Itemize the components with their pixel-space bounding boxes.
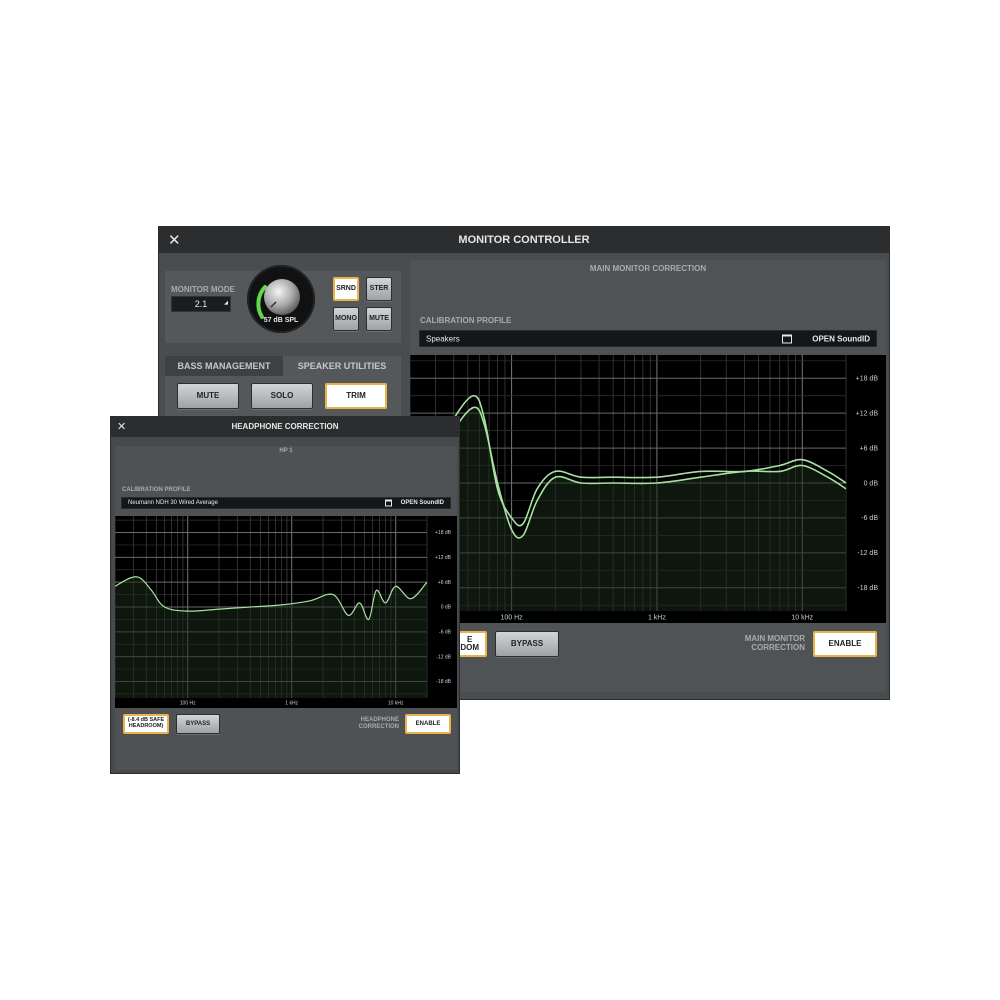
hp-bypass-button[interactable]: BYPASS (176, 714, 220, 734)
hp-eq-svg: +18 dB +12 dB +6 dB 0 dB -6 dB -12 dB -18 dB 10… (115, 516, 452, 707)
hp-db-label: -12 dB (436, 654, 451, 660)
calibration-profile-label: CALIBRATION PROFILE (420, 316, 512, 325)
main-correction-header: MAIN MONITOR CORRECTION (589, 264, 707, 273)
main-eq-graph: +18 dB +12 dB +6 dB 0 dB -6 dB -12 dB -18 dB 10… (410, 355, 886, 623)
hp-freq-label: 10 kHz (388, 701, 404, 707)
folder-icon (385, 499, 392, 507)
mono-button[interactable]: MONO (333, 307, 359, 331)
hp-db-label: -18 dB (436, 679, 451, 685)
hp-enable-button[interactable]: ENABLE (405, 714, 451, 734)
main-db-label: +12 dB (856, 411, 879, 418)
hp-safe-headroom-button[interactable]: (-8.4 dB SAFE HEADROOM) (123, 714, 169, 734)
main-db-label: 0 dB (864, 480, 879, 487)
hp-eq-graph: +18 dB +12 dB +6 dB 0 dB -6 dB -12 dB -18 dB 10… (115, 516, 457, 708)
hp-calibration-profile-label: CALIBRATION PROFILE (122, 487, 191, 493)
hp-db-label: -6 dB (439, 629, 452, 635)
main-db-label: +18 dB (856, 376, 879, 383)
trim-button[interactable]: TRIM (325, 383, 387, 409)
monitor-mode-select[interactable]: 2.1 ◢ (171, 296, 231, 312)
hp-freq-label: 1 kHz (285, 701, 298, 707)
calibration-profile-value: Speakers (426, 334, 460, 343)
main-curve-fill (410, 407, 846, 611)
enable-button[interactable]: ENABLE (813, 631, 877, 657)
hp-db-label: +18 dB (435, 530, 452, 536)
hp-calibration-profile-select[interactable]: Neumann NDH 30 Wired Average OPEN SoundI… (121, 497, 451, 509)
folder-icon (782, 334, 792, 343)
main-db-label: -12 dB (857, 550, 878, 557)
hp-db-label: +6 dB (438, 580, 452, 586)
main-db-label: +6 dB (860, 445, 879, 452)
main-db-label: -18 dB (857, 585, 878, 592)
tab-bass-management[interactable]: BASS MANAGEMENT (165, 356, 283, 376)
title-bar: MONITOR CONTROLLER (159, 227, 889, 253)
close-icon[interactable]: ✕ (168, 231, 181, 249)
hp-calibration-profile-value: Neumann NDH 30 Wired Average (128, 500, 218, 506)
dropdown-arrow-icon: ◢ (224, 300, 228, 306)
safe-headroom-label: E DOM (460, 634, 479, 652)
main-db-label: -6 dB (861, 515, 878, 522)
main-freq-label: 100 Hz (500, 614, 523, 621)
main-correction-enable-label: MAIN MONITOR CORRECTION (744, 634, 805, 652)
main-freq-label: 1 kHz (648, 614, 666, 621)
hp-correction-enable-label: HEADPHONE CORRECTION (358, 717, 399, 730)
tab-utilities-label: SPEAKER UTILITIES (297, 361, 387, 371)
ster-button[interactable]: STER (366, 277, 392, 301)
calibration-profile-select[interactable]: Speakers OPEN SoundID (419, 330, 877, 347)
tab-speaker-utilities[interactable]: SPEAKER UTILITIES (283, 356, 401, 376)
window-title: MONITOR CONTROLLER (458, 234, 590, 246)
hp-channel-label: HP 1 (279, 448, 293, 454)
spl-readout: 57 dB SPL (263, 317, 299, 324)
hp-window-title: HEADPHONE CORRECTION (231, 422, 339, 431)
hp-open-soundid-link[interactable]: OPEN SoundID (401, 500, 444, 506)
volume-knob[interactable]: 57 dB SPL (247, 265, 315, 333)
solo-button[interactable]: SOLO (251, 383, 313, 409)
open-soundid-link[interactable]: OPEN SoundID (812, 334, 870, 343)
close-icon[interactable]: ✕ (117, 420, 126, 433)
mute-button[interactable]: MUTE (177, 383, 239, 409)
monitor-mode-value: 2.1 (194, 299, 208, 309)
hp-freq-label: 100 Hz (180, 701, 196, 707)
headphone-correction-window: HEADPHONE CORRECTION ✕ HP 1 CALIBRATION … (110, 416, 460, 774)
hp-db-label: 0 dB (441, 605, 452, 611)
bypass-button[interactable]: BYPASS (495, 631, 559, 657)
monitor-mode-label: MONITOR MODE (171, 285, 235, 294)
hp-title-bar: HEADPHONE CORRECTION (111, 417, 459, 437)
srnd-button[interactable]: SRND (333, 277, 359, 301)
tab-bass-label: BASS MANAGEMENT (177, 361, 271, 371)
hp-db-label: +12 dB (435, 555, 452, 561)
main-freq-label: 10 kHz (791, 614, 813, 621)
mute-mode-button[interactable]: MUTE (366, 307, 392, 331)
main-eq-svg: +18 dB +12 dB +6 dB 0 dB -6 dB -12 dB -18 dB 10… (410, 355, 879, 621)
